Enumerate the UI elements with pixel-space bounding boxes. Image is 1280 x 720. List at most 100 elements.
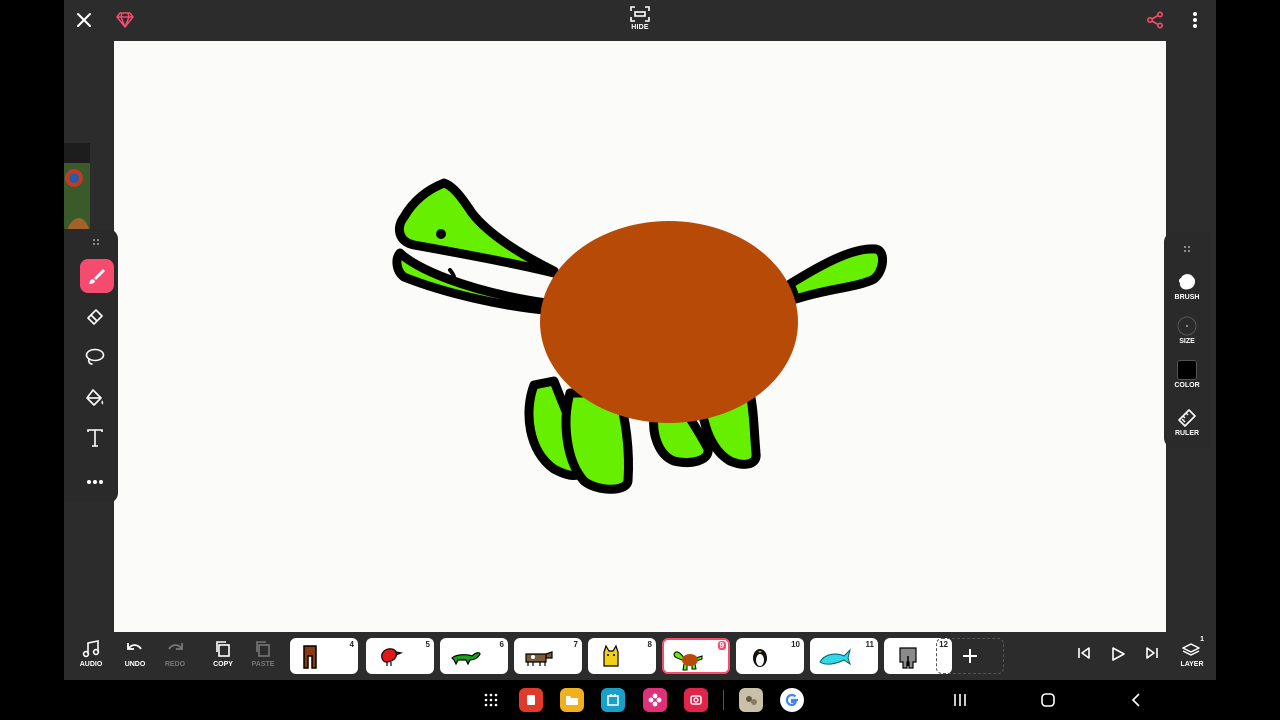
diamond-icon — [116, 12, 134, 28]
eraser-icon — [87, 309, 103, 325]
text-icon — [87, 429, 103, 447]
copy-icon — [216, 641, 230, 657]
music-note-icon — [82, 640, 100, 658]
add-frame-button[interactable] — [936, 638, 1004, 674]
brush-tool-button[interactable] — [80, 259, 114, 293]
recents-icon — [954, 694, 966, 706]
paint-bucket-icon — [86, 389, 104, 406]
text-tool-button[interactable] — [76, 421, 114, 455]
folder-icon — [566, 696, 578, 705]
last-frame-button[interactable] — [1132, 646, 1172, 660]
back-icon — [1131, 693, 1140, 707]
redo-label: REDO — [164, 661, 186, 668]
hide-label: HIDE — [631, 24, 649, 31]
frame-timeline[interactable]: 4 5 6 7 8 9 10 11 12 — [290, 638, 952, 674]
size-label: SIZE — [1179, 338, 1195, 345]
redo-icon — [168, 643, 183, 650]
my-files-app-icon[interactable] — [560, 688, 584, 712]
premium-button[interactable] — [111, 6, 139, 34]
frame-thumbnail-5[interactable]: 5 — [366, 638, 434, 674]
camera-app-icon[interactable] — [684, 688, 708, 712]
share-button[interactable] — [1141, 6, 1169, 34]
frame-thumbnail-10[interactable]: 10 — [736, 638, 804, 674]
skip-to-start-icon — [1078, 647, 1090, 659]
layers-icon-wrap: 1 — [1182, 636, 1204, 658]
drawing-canvas[interactable] — [114, 41, 1166, 632]
more-tools-button[interactable] — [76, 465, 114, 499]
brush-style-button[interactable]: BRUSH — [1164, 272, 1210, 301]
brown-cow-thumbnail — [525, 651, 553, 666]
close-button[interactable] — [70, 6, 98, 34]
lasso-icon — [85, 348, 105, 365]
copy-button[interactable]: COPY — [203, 640, 243, 668]
paste-button[interactable]: PASTE — [243, 640, 283, 668]
undo-label: UNDO — [124, 661, 146, 668]
left-tool-panel — [64, 229, 118, 503]
yellow-cat-thumbnail — [603, 644, 619, 667]
brush-stroke-icon — [1178, 274, 1196, 290]
app-grid-icon — [484, 693, 498, 707]
frame-thumbnail-8[interactable]: 8 — [588, 638, 656, 674]
right-tool-panel: BRUSH SIZE COLOR RULER — [1164, 232, 1210, 448]
hide-ui-button[interactable]: HIDE — [624, 5, 656, 37]
brush-size-button[interactable]: SIZE — [1164, 316, 1210, 345]
ruler-button[interactable]: RULER — [1164, 408, 1210, 437]
more-options-button[interactable] — [1181, 6, 1209, 34]
flower-icon — [648, 693, 662, 707]
brown-figure-thumbnail — [303, 645, 317, 669]
google-app-icon[interactable] — [780, 688, 804, 712]
drag-handle-icon[interactable] — [92, 238, 100, 246]
frame-thumbnail-9-selected[interactable]: 9 — [662, 638, 730, 674]
more-vertical-icon — [1193, 12, 1197, 28]
google-logo-icon — [785, 693, 798, 707]
turtle-thumbnail — [673, 651, 703, 671]
drag-handle-icon[interactable] — [1183, 245, 1191, 253]
cyan-fish-thumbnail — [819, 648, 851, 666]
share-icon — [1146, 11, 1164, 29]
lasso-tool-button[interactable] — [76, 340, 114, 374]
red-bird-thumbnail — [381, 648, 404, 666]
recents-nav-button[interactable] — [952, 692, 968, 713]
brush-icon — [89, 269, 105, 284]
frame-thumbnail-7[interactable]: 7 — [514, 638, 582, 674]
calendar-app-icon[interactable] — [601, 688, 625, 712]
frame-number: 5 — [425, 640, 430, 649]
home-nav-button[interactable] — [1040, 692, 1056, 713]
undo-button[interactable]: UNDO — [115, 640, 155, 668]
ruler-icon — [1178, 409, 1196, 427]
blossom-app-icon[interactable] — [643, 688, 667, 712]
hide-ui-icon — [630, 6, 650, 22]
frame-number: 11 — [865, 640, 874, 649]
recent-app-icon[interactable] — [739, 688, 763, 712]
color-picker-button[interactable]: COLOR — [1164, 360, 1210, 389]
paste-icon — [256, 641, 270, 657]
frame-number: 7 — [573, 640, 578, 649]
eraser-tool-button[interactable] — [76, 300, 114, 334]
frame-number: 10 — [791, 640, 800, 649]
frame-thumbnail-6[interactable]: 6 — [440, 638, 508, 674]
plus-icon — [963, 649, 977, 663]
turtle-drawing — [392, 178, 887, 494]
top-toolbar: HIDE — [64, 0, 1216, 40]
back-nav-button[interactable] — [1128, 692, 1144, 713]
recent-app-image-icon — [746, 696, 757, 705]
frame-number: 9 — [717, 641, 726, 650]
fill-tool-button[interactable] — [76, 381, 114, 415]
android-taskbar — [0, 680, 1280, 720]
frame-thumbnail-11[interactable]: 11 — [810, 638, 878, 674]
green-lizard-thumbnail — [451, 652, 481, 666]
layer-count: 1 — [1200, 636, 1204, 643]
app-drawer-button[interactable] — [479, 688, 503, 712]
redo-button[interactable]: REDO — [155, 640, 195, 668]
copy-label: COPY — [213, 661, 233, 668]
taskbar-divider — [723, 690, 724, 710]
layers-button[interactable]: 1 LAYER — [1172, 636, 1212, 668]
color-label: COLOR — [1174, 382, 1200, 389]
more-horizontal-icon — [87, 480, 103, 484]
audio-button[interactable]: AUDIO — [71, 640, 111, 668]
camera-icon — [690, 695, 702, 705]
frame-number: 4 — [349, 640, 354, 649]
gray-elephant-thumbnail — [899, 647, 917, 669]
frame-thumbnail-4[interactable]: 4 — [290, 638, 358, 674]
flipaclip-app-icon[interactable] — [519, 688, 543, 712]
